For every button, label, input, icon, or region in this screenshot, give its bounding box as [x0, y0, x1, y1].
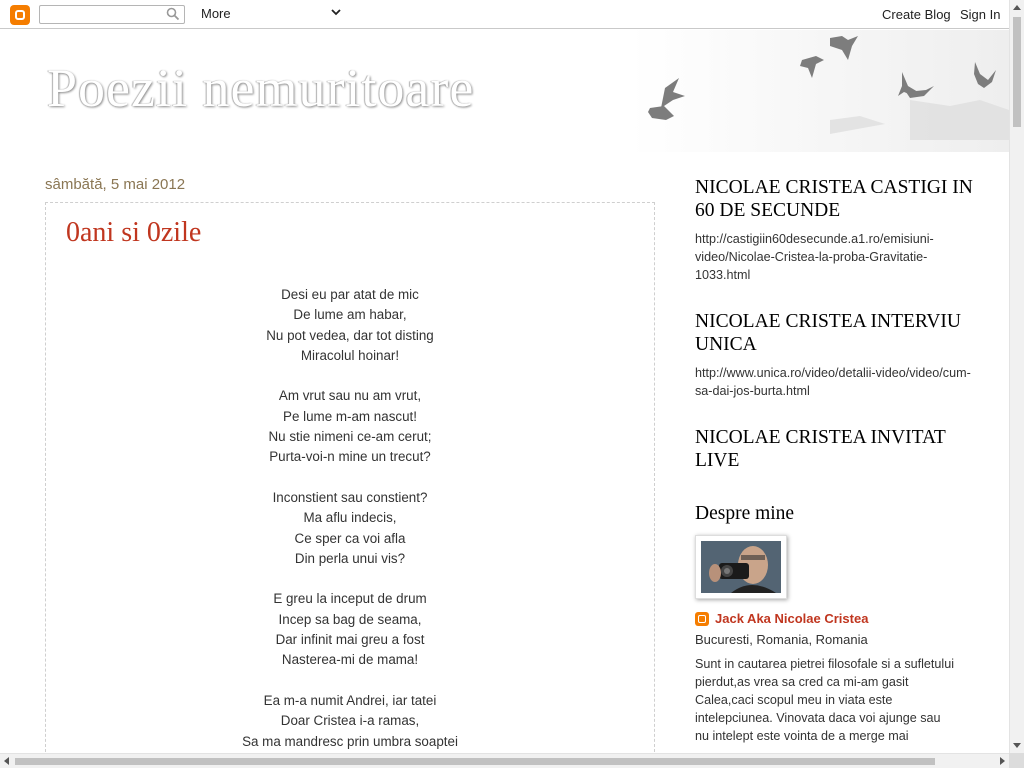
poem-stanza: E greu la inceput de drum Incep sa bag de…: [46, 589, 654, 670]
poem-line: Doar Cristea i-a ramas,: [280, 713, 420, 729]
widget-castigi: NICOLAE CRISTEA CASTIGI IN 60 DE SECUNDE…: [695, 176, 975, 284]
post-date: sâmbătă, 5 mai 2012: [45, 176, 186, 193]
poem-stanza: Am vrut sau nu am vrut, Pe lume m-am nasc…: [46, 386, 654, 467]
poem-line: Nu stie nimeni ce-am cerut;: [268, 429, 432, 445]
scroll-thumb[interactable]: [1013, 17, 1021, 127]
widget-title: NICOLAE CRISTEA INVITAT LIVE: [695, 427, 946, 471]
scroll-left-icon[interactable]: [4, 757, 9, 765]
poem-line: Ea m-a numit Andrei, iar tatei: [263, 692, 437, 708]
poem-line: Dar infinit mai greu a fost: [275, 632, 425, 648]
poem-line: Din perla unui vis?: [294, 550, 406, 566]
profile-photo[interactable]: [695, 535, 787, 599]
poem-line: Ce sper ca voi afla: [294, 530, 406, 546]
poem-line: Pe lume m-am nascut!: [283, 408, 417, 424]
chevron-down-icon: [331, 9, 341, 16]
widget-live: NICOLAE CRISTEA INVITAT LIVE: [695, 426, 975, 472]
blog-title[interactable]: Poezii nemuritoare: [47, 57, 474, 119]
profile-widget: Despre mine Jack Aka Nicolae Cristea Buc…: [695, 502, 975, 745]
blogger-navbar: More Create Blog Sign In: [0, 0, 1009, 29]
widget-title: NICOLAE CRISTEA CASTIGI IN 60 DE SECUNDE: [695, 177, 973, 221]
poem-line: De lume am habar,: [293, 307, 407, 323]
profile-description: Sunt in cautarea pietrei filosofale si a…: [695, 657, 955, 743]
poem-line: Am vrut sau nu am vrut,: [278, 388, 422, 404]
poem-line: Incep sa bag de seama,: [278, 611, 422, 627]
profile-name[interactable]: Jack Aka Nicolae Cristea: [715, 611, 868, 626]
poem-line: Nasterea-mi de mama!: [281, 652, 419, 668]
poem-stanza: Desi eu par atat de mic De lume am habar,…: [46, 285, 654, 366]
post-body: Desi eu par atat de mic De lume am habar,…: [46, 285, 654, 772]
poem-stanza: Ea m-a numit Andrei, iar tatei Doar Crist…: [46, 691, 654, 752]
vertical-scrollbar[interactable]: [1009, 0, 1024, 753]
post-title[interactable]: 0ani si 0zile: [66, 217, 201, 249]
search-icon[interactable]: [166, 7, 180, 21]
profile-widget-title: Despre mine: [695, 503, 795, 524]
avatar: [701, 541, 781, 593]
sidebar: NICOLAE CRISTEA CASTIGI IN 60 DE SECUNDE…: [695, 176, 975, 745]
poem-line: Inconstient sau constient?: [272, 489, 428, 505]
horizontal-scrollbar[interactable]: [0, 753, 1009, 768]
scroll-right-icon[interactable]: [1000, 757, 1005, 765]
scroll-up-icon[interactable]: [1013, 5, 1021, 10]
scroll-down-icon[interactable]: [1013, 743, 1021, 748]
widget-url: http://www.unica.ro/video/detalii-video/…: [695, 366, 971, 398]
poem-line: Desi eu par atat de mic: [281, 287, 419, 302]
create-blog-link[interactable]: Create Blog: [882, 7, 951, 22]
blogger-logo-icon[interactable]: [10, 5, 30, 25]
poem-line: Nu pot vedea, dar tot disting: [266, 327, 434, 343]
widget-url: http://castigiin60desecunde.a1.ro/emisiu…: [695, 232, 934, 282]
blogger-profile-icon: [695, 611, 709, 626]
profile-name-link[interactable]: Jack Aka Nicolae Cristea: [695, 611, 975, 626]
poem-line: Ma aflu indecis,: [303, 510, 397, 526]
poem-line: E greu la inceput de drum: [273, 591, 427, 607]
poem-line: Miracolul hoinar!: [300, 347, 400, 363]
scrollbar-corner: [1009, 753, 1024, 768]
poem-line: Purta-voi-n mine un trecut?: [269, 449, 431, 465]
more-dropdown[interactable]: More: [201, 6, 343, 23]
search-input[interactable]: [39, 5, 185, 24]
poem-stanza: Inconstient sau constient? Ma aflu indeci…: [46, 488, 654, 569]
widget-title: NICOLAE CRISTEA INTERVIU UNICA: [695, 311, 962, 355]
profile-location: Bucuresti, Romania, Romania: [695, 632, 868, 647]
more-label: More: [201, 6, 231, 21]
widget-unica: NICOLAE CRISTEA INTERVIU UNICA http://ww…: [695, 310, 975, 400]
blog-header: Poezii nemuritoare: [0, 30, 1009, 152]
poem-line: Sa ma mandresc prin umbra soaptei: [242, 733, 458, 749]
sign-in-link[interactable]: Sign In: [960, 7, 1000, 22]
birds-header-image: [630, 30, 1009, 152]
post: 0ani si 0zile Desi eu par atat de mic De …: [45, 202, 655, 762]
scroll-thumb[interactable]: [15, 758, 935, 765]
